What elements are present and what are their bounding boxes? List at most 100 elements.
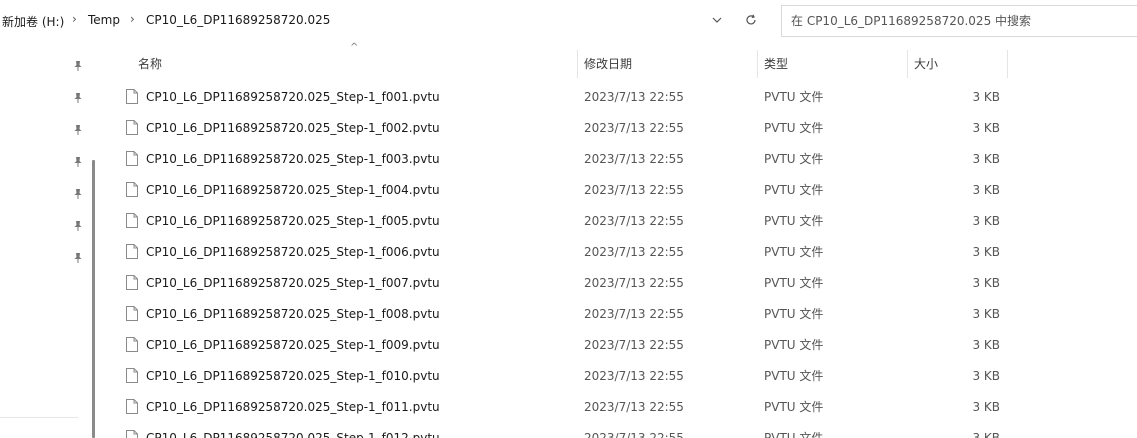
file-row[interactable]: CP10_L6_DP11689258720.025_Step-1_f009.pv… [104, 329, 1137, 360]
breadcrumb-current-folder[interactable]: CP10_L6_DP11689258720.025 [146, 13, 330, 27]
file-name-cell[interactable]: CP10_L6_DP11689258720.025_Step-1_f001.pv… [126, 81, 440, 112]
file-row[interactable]: CP10_L6_DP11689258720.025_Step-1_f006.pv… [104, 236, 1137, 267]
file-type: PVTU 文件 [764, 369, 824, 383]
file-name-cell[interactable]: CP10_L6_DP11689258720.025_Step-1_f012.pv… [126, 422, 440, 438]
file-row[interactable]: CP10_L6_DP11689258720.025_Step-1_f003.pv… [104, 143, 1137, 174]
navigation-divider [0, 417, 78, 418]
file-name-cell[interactable]: CP10_L6_DP11689258720.025_Step-1_f009.pv… [126, 329, 440, 360]
file-name: CP10_L6_DP11689258720.025_Step-1_f005.pv… [146, 213, 440, 228]
breadcrumb-drive[interactable]: 新加卷 (H:) [2, 13, 64, 30]
file-name-cell[interactable]: CP10_L6_DP11689258720.025_Step-1_f008.pv… [126, 298, 440, 329]
file-icon [126, 399, 138, 414]
column-divider[interactable] [1007, 50, 1008, 78]
file-name-cell[interactable]: CP10_L6_DP11689258720.025_Step-1_f007.pv… [126, 267, 440, 298]
pin-icon[interactable] [72, 187, 84, 201]
column-header-row: ^ 名称 修改日期 类型 大小 [104, 42, 1137, 78]
file-size: 3 KB [972, 337, 1000, 352]
file-name: CP10_L6_DP11689258720.025_Step-1_f012.pv… [146, 430, 440, 438]
file-name: CP10_L6_DP11689258720.025_Step-1_f003.pv… [146, 151, 440, 166]
file-name-cell[interactable]: CP10_L6_DP11689258720.025_Step-1_f003.pv… [126, 143, 440, 174]
file-date: 2023/7/13 22:55 [584, 182, 684, 197]
file-name: CP10_L6_DP11689258720.025_Step-1_f001.pv… [146, 89, 440, 104]
file-name-cell[interactable]: CP10_L6_DP11689258720.025_Step-1_f010.pv… [126, 360, 440, 391]
breadcrumb-temp[interactable]: Temp [88, 13, 120, 27]
file-type: PVTU 文件 [764, 276, 824, 290]
address-bar[interactable]: 新加卷 (H:) › Temp › CP10_L6_DP11689258720.… [0, 0, 770, 40]
pin-icon[interactable] [72, 59, 84, 73]
file-date: 2023/7/13 22:55 [584, 275, 684, 290]
file-name-cell[interactable]: CP10_L6_DP11689258720.025_Step-1_f005.pv… [126, 205, 440, 236]
file-date: 2023/7/13 22:55 [584, 430, 684, 438]
file-type: PVTU 文件 [764, 307, 824, 321]
file-date: 2023/7/13 22:55 [584, 368, 684, 383]
column-header-size[interactable]: 大小 [908, 48, 938, 78]
file-type: PVTU 文件 [764, 152, 824, 166]
search-box[interactable] [781, 5, 1137, 37]
file-name: CP10_L6_DP11689258720.025_Step-1_f011.pv… [146, 399, 440, 414]
breadcrumb-separator[interactable]: › [130, 12, 135, 26]
file-row[interactable]: CP10_L6_DP11689258720.025_Step-1_f012.pv… [104, 422, 1137, 438]
file-row[interactable]: CP10_L6_DP11689258720.025_Step-1_f001.pv… [104, 81, 1137, 112]
refresh-button[interactable] [736, 5, 766, 35]
file-size: 3 KB [972, 151, 1000, 166]
chevron-down-icon [712, 17, 722, 23]
file-icon [126, 182, 138, 197]
file-row[interactable]: CP10_L6_DP11689258720.025_Step-1_f005.pv… [104, 205, 1137, 236]
file-name: CP10_L6_DP11689258720.025_Step-1_f010.pv… [146, 368, 440, 383]
sort-ascending-icon: ^ [350, 42, 359, 53]
file-date: 2023/7/13 22:55 [584, 120, 684, 135]
file-date: 2023/7/13 22:55 [584, 337, 684, 352]
file-size: 3 KB [972, 182, 1000, 197]
file-name-cell[interactable]: CP10_L6_DP11689258720.025_Step-1_f002.pv… [126, 112, 440, 143]
column-header-type[interactable]: 类型 [758, 48, 788, 78]
file-icon [126, 244, 138, 259]
file-name: CP10_L6_DP11689258720.025_Step-1_f009.pv… [146, 337, 440, 352]
file-type: PVTU 文件 [764, 183, 824, 197]
breadcrumb-separator[interactable]: › [72, 12, 77, 26]
file-name: CP10_L6_DP11689258720.025_Step-1_f002.pv… [146, 120, 440, 135]
file-icon [126, 89, 138, 104]
pin-icon[interactable] [72, 251, 84, 265]
file-type: PVTU 文件 [764, 90, 824, 104]
file-size: 3 KB [972, 213, 1000, 228]
file-icon [126, 213, 138, 228]
file-row[interactable]: CP10_L6_DP11689258720.025_Step-1_f008.pv… [104, 298, 1137, 329]
file-icon [126, 306, 138, 321]
search-input[interactable] [791, 14, 1137, 28]
pin-icon[interactable] [72, 91, 84, 105]
file-size: 3 KB [972, 399, 1000, 414]
file-size: 3 KB [972, 275, 1000, 290]
file-size: 3 KB [972, 120, 1000, 135]
column-header-name[interactable]: 名称 [132, 48, 162, 78]
file-size: 3 KB [972, 306, 1000, 321]
file-name-cell[interactable]: CP10_L6_DP11689258720.025_Step-1_f006.pv… [126, 236, 440, 267]
address-dropdown-button[interactable] [702, 5, 732, 35]
file-size: 3 KB [972, 244, 1000, 259]
file-type: PVTU 文件 [764, 121, 824, 135]
column-header-date[interactable]: 修改日期 [578, 48, 632, 78]
file-row[interactable]: CP10_L6_DP11689258720.025_Step-1_f010.pv… [104, 360, 1137, 391]
file-name-cell[interactable]: CP10_L6_DP11689258720.025_Step-1_f004.pv… [126, 174, 440, 205]
file-name: CP10_L6_DP11689258720.025_Step-1_f008.pv… [146, 306, 440, 321]
file-icon [126, 275, 138, 290]
file-icon [126, 337, 138, 352]
navigation-scrollbar[interactable] [92, 160, 95, 438]
file-date: 2023/7/13 22:55 [584, 151, 684, 166]
file-type: PVTU 文件 [764, 245, 824, 259]
file-type: PVTU 文件 [764, 431, 824, 438]
file-type: PVTU 文件 [764, 338, 824, 352]
pin-icon[interactable] [72, 155, 84, 169]
file-row[interactable]: CP10_L6_DP11689258720.025_Step-1_f011.pv… [104, 391, 1137, 422]
navigation-pane [0, 40, 104, 438]
file-row[interactable]: CP10_L6_DP11689258720.025_Step-1_f004.pv… [104, 174, 1137, 205]
file-date: 2023/7/13 22:55 [584, 213, 684, 228]
file-row[interactable]: CP10_L6_DP11689258720.025_Step-1_f002.pv… [104, 112, 1137, 143]
file-list: CP10_L6_DP11689258720.025_Step-1_f001.pv… [104, 81, 1137, 438]
file-type: PVTU 文件 [764, 400, 824, 414]
pin-icon[interactable] [72, 219, 84, 233]
pin-icon[interactable] [72, 123, 84, 137]
file-icon [126, 430, 138, 438]
file-row[interactable]: CP10_L6_DP11689258720.025_Step-1_f007.pv… [104, 267, 1137, 298]
file-name: CP10_L6_DP11689258720.025_Step-1_f004.pv… [146, 182, 440, 197]
file-name-cell[interactable]: CP10_L6_DP11689258720.025_Step-1_f011.pv… [126, 391, 440, 422]
